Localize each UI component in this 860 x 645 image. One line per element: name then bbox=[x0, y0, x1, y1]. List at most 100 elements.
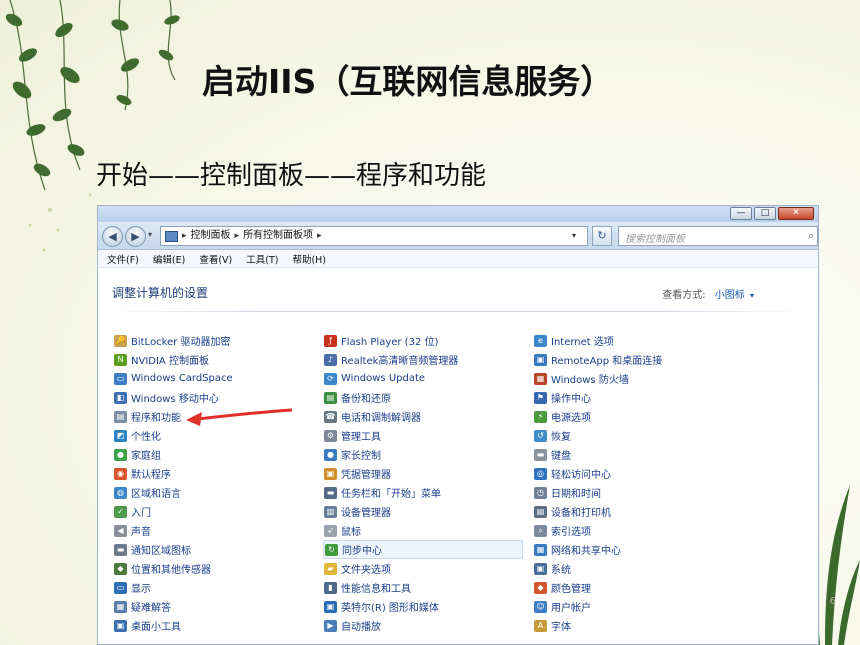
control-panel-item[interactable]: ◍ 区域和语言 bbox=[113, 483, 313, 502]
control-panel-item[interactable]: ▦ 网络和共享中心 bbox=[533, 540, 733, 559]
address-dropdown-icon[interactable]: ▾ bbox=[572, 231, 576, 240]
taskbar-start-icon: ▬ bbox=[324, 486, 337, 499]
control-panel-item[interactable]: ⚙ 管理工具 bbox=[323, 426, 523, 445]
control-panel-item[interactable]: ◆ 颜色管理 bbox=[533, 578, 733, 597]
control-panel-item[interactable]: ▣ 系统 bbox=[533, 559, 733, 578]
control-panel-item-label: 区域和语言 bbox=[131, 489, 181, 500]
control-panel-item-label: 管理工具 bbox=[341, 432, 381, 443]
programs-features-icon: ▤ bbox=[114, 410, 127, 423]
control-panel-item[interactable]: 🔑 BitLocker 驱动器加密 bbox=[113, 331, 313, 350]
menu-item[interactable]: 查看(V) bbox=[199, 252, 232, 266]
menu-item[interactable]: 文件(F) bbox=[107, 252, 139, 266]
control-panel-item[interactable]: ▣ 英特尔(R) 图形和媒体 bbox=[323, 597, 523, 616]
control-panel-item-label: 同步中心 bbox=[342, 546, 382, 557]
control-panel-item[interactable]: ● 家长控制 bbox=[323, 445, 523, 464]
control-panel-item[interactable]: ▤ 设备和打印机 bbox=[533, 502, 733, 521]
control-panel-item[interactable]: ▶ 自动播放 bbox=[323, 616, 523, 635]
search-input[interactable] bbox=[619, 230, 789, 249]
control-panel-item[interactable]: ◷ 日期和时间 bbox=[533, 483, 733, 502]
control-panel-item[interactable]: ➶ 鼠标 bbox=[323, 521, 523, 540]
menu-bar: 文件(F) 编辑(E) 查看(V) 工具(T) 帮助(H) bbox=[98, 250, 818, 268]
slide-subtitle: 开始——控制面板——程序和功能 bbox=[96, 161, 487, 191]
search-icon[interactable]: ⌕ bbox=[808, 229, 814, 243]
maximize-button[interactable]: □ bbox=[754, 207, 776, 220]
realtek-audio-icon: ♪ bbox=[324, 353, 337, 366]
control-panel-item-label: BitLocker 驱动器加密 bbox=[131, 337, 231, 348]
control-panel-item[interactable]: ▭ 显示 bbox=[113, 578, 313, 597]
control-panel-item-label: 备份和还原 bbox=[341, 394, 391, 405]
control-panel-item-label: 桌面小工具 bbox=[131, 622, 181, 633]
breadcrumb-all-items[interactable]: 所有控制面板项 bbox=[243, 227, 313, 245]
chevron-down-icon[interactable]: ▾ bbox=[750, 291, 754, 300]
control-panel-item[interactable]: ▭ Windows CardSpace bbox=[113, 369, 313, 388]
control-panel-item[interactable]: ⌕ 索引选项 bbox=[533, 521, 733, 540]
control-panel-item[interactable]: ▮ 性能信息和工具 bbox=[323, 578, 523, 597]
view-by-label: 查看方式: bbox=[662, 290, 706, 301]
control-panel-item-label: 系统 bbox=[551, 565, 571, 576]
control-panel-item-label: Internet 选项 bbox=[551, 337, 614, 348]
control-panel-item[interactable]: ▤ 备份和还原 bbox=[323, 388, 523, 407]
control-panel-item[interactable]: A 字体 bbox=[533, 616, 733, 635]
control-panel-item-label: 声音 bbox=[131, 527, 151, 538]
control-panel-item[interactable]: e Internet 选项 bbox=[533, 331, 733, 350]
control-panel-item[interactable]: ƒ Flash Player (32 位) bbox=[323, 331, 523, 350]
control-panel-item-label: 颜色管理 bbox=[551, 584, 591, 595]
devices-printers-icon: ▤ bbox=[534, 505, 547, 518]
control-panel-item[interactable]: ◩ 个性化 bbox=[113, 426, 313, 445]
breadcrumb-control-panel[interactable]: 控制面板 bbox=[191, 227, 231, 245]
control-panel-item[interactable]: ↺ 恢复 bbox=[533, 426, 733, 445]
control-panel-item[interactable]: ● 家庭组 bbox=[113, 445, 313, 464]
getting-started-icon: ✓ bbox=[114, 505, 127, 518]
menu-item[interactable]: 编辑(E) bbox=[153, 252, 185, 266]
remoteapp-icon: ▣ bbox=[534, 353, 547, 366]
forward-button[interactable]: ▶ bbox=[125, 226, 146, 247]
autoplay-icon: ▶ bbox=[324, 619, 337, 632]
menu-item[interactable]: 工具(T) bbox=[246, 252, 278, 266]
address-bar[interactable]: ▸ 控制面板 ▸ 所有控制面板项 ▸ bbox=[160, 226, 588, 246]
refresh-button[interactable]: ↻ bbox=[592, 226, 612, 246]
control-panel-item[interactable]: ◎ 轻松访问中心 bbox=[533, 464, 733, 483]
view-by-dropdown[interactable]: 小图标 bbox=[715, 290, 745, 301]
menu-item[interactable]: 帮助(H) bbox=[292, 252, 326, 266]
control-panel-item[interactable]: ▦ 疑难解答 bbox=[113, 597, 313, 616]
control-panel-item[interactable]: ▬ 任务栏和「开始」菜单 bbox=[323, 483, 523, 502]
control-panel-item[interactable]: ◆ 位置和其他传感器 bbox=[113, 559, 313, 578]
intel-graphics-icon: ▣ bbox=[324, 600, 337, 613]
divider bbox=[112, 311, 804, 312]
control-panel-item[interactable]: ☺ 用户帐户 bbox=[533, 597, 733, 616]
control-panel-item-label: 任务栏和「开始」菜单 bbox=[341, 489, 441, 500]
control-panel-item[interactable]: ↻ 同步中心 bbox=[323, 540, 523, 559]
control-panel-item-label: 日期和时间 bbox=[551, 489, 601, 500]
control-panel-item[interactable]: ◉ 默认程序 bbox=[113, 464, 313, 483]
control-panel-item[interactable]: ▣ RemoteApp 和桌面连接 bbox=[533, 350, 733, 369]
control-panel-item[interactable]: ▬ 通知区域图标 bbox=[113, 540, 313, 559]
control-panel-item[interactable]: ▥ 设备管理器 bbox=[323, 502, 523, 521]
control-panel-item[interactable]: ▬ 键盘 bbox=[533, 445, 733, 464]
breadcrumb-separator: ▸ bbox=[234, 231, 240, 241]
control-panel-item[interactable]: ◀ 声音 bbox=[113, 521, 313, 540]
control-panel-item-label: Realtek高清晰音频管理器 bbox=[341, 356, 459, 367]
control-panel-item[interactable]: ▣ 桌面小工具 bbox=[113, 616, 313, 635]
control-panel-item[interactable]: ▦ Windows 防火墙 bbox=[533, 369, 733, 388]
back-button[interactable]: ◀ bbox=[102, 226, 123, 247]
control-panel-item[interactable]: ✓ 入门 bbox=[113, 502, 313, 521]
control-panel-item-label: NVIDIA 控制面板 bbox=[131, 356, 209, 367]
recent-pages-dropdown[interactable]: ▾ bbox=[148, 230, 152, 239]
control-panel-item[interactable]: ▣ 凭据管理器 bbox=[323, 464, 523, 483]
control-panel-item-label: 凭据管理器 bbox=[341, 470, 391, 481]
control-panel-item[interactable]: ♪ Realtek高清晰音频管理器 bbox=[323, 350, 523, 369]
control-panel-item-label: 设备管理器 bbox=[341, 508, 391, 519]
address-toolbar: ◀ ▶ ▾ ▸ 控制面板 ▸ 所有控制面板项 ▸ ▾ ↻ ⌕ bbox=[98, 222, 818, 250]
control-panel-item-label: 设备和打印机 bbox=[551, 508, 611, 519]
control-panel-item[interactable]: ⚡ 电源选项 bbox=[533, 407, 733, 426]
control-panel-item[interactable]: N NVIDIA 控制面板 bbox=[113, 350, 313, 369]
control-panel-item[interactable]: ☎ 电话和调制解调器 bbox=[323, 407, 523, 426]
control-panel-item[interactable]: ⚑ 操作中心 bbox=[533, 388, 733, 407]
mouse-icon: ➶ bbox=[324, 524, 337, 537]
minimize-button[interactable]: — bbox=[730, 207, 752, 220]
control-panel-item-label: 恢复 bbox=[551, 432, 571, 443]
control-panel-item[interactable]: ▰ 文件夹选项 bbox=[323, 559, 523, 578]
close-button[interactable]: ✕ bbox=[778, 207, 814, 220]
control-panel-item[interactable]: ⟳ Windows Update bbox=[323, 369, 523, 388]
control-panel-item-label: 操作中心 bbox=[551, 394, 591, 405]
